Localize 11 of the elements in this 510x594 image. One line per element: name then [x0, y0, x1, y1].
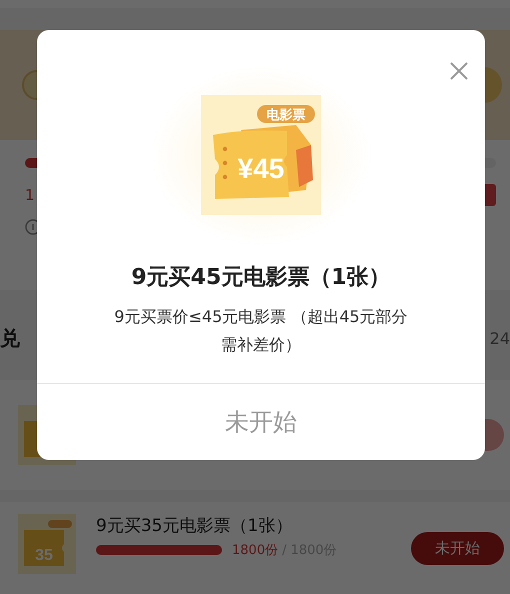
ticket-drawing: ¥45 电影票: [201, 95, 321, 215]
start-button[interactable]: 未开始: [411, 532, 504, 565]
ticket-drawing: 35: [18, 514, 76, 574]
claimed-count: 1800份: [232, 542, 278, 559]
section-title: 兑: [0, 324, 20, 352]
close-icon[interactable]: [449, 61, 469, 81]
dialog-description: 9元买票价≤45元电影票 （超出45元部分需补差价）: [113, 306, 409, 356]
progress-count: 1: [25, 186, 35, 204]
item-title: 9元买35元电影票（1张）: [96, 515, 294, 537]
dialog-title: 9元买45元电影票（1张）: [131, 264, 391, 292]
section-count: 24: [490, 328, 510, 348]
